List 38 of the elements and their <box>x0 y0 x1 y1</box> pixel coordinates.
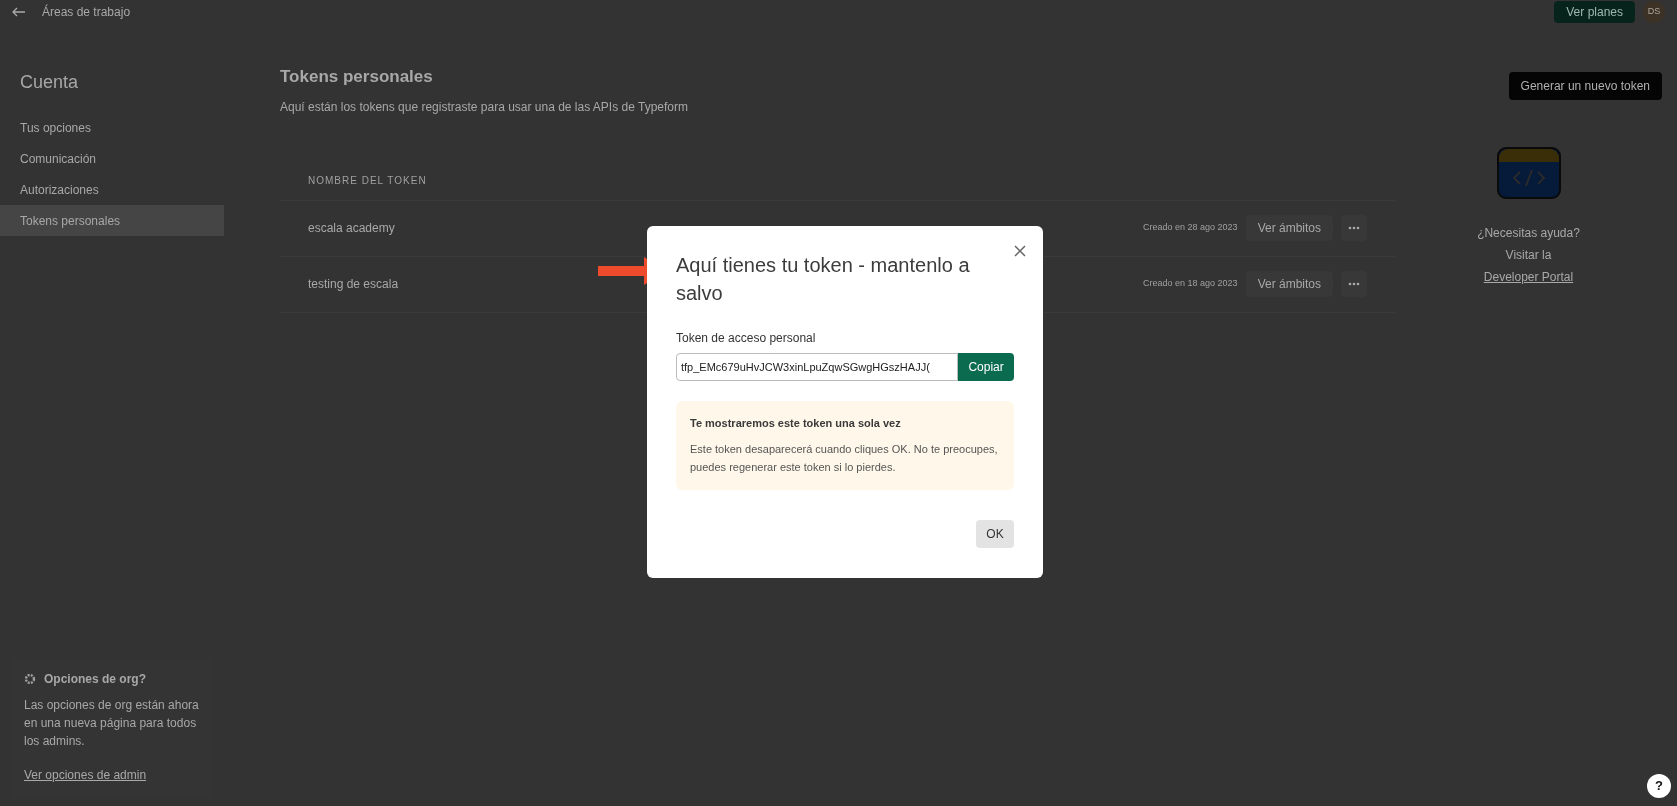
dots-icon <box>1348 226 1360 230</box>
page-title: Tokens personales <box>280 66 434 88</box>
sidebar-title: Cuenta <box>19 71 80 94</box>
token-field[interactable]: tfp_EMc679uHvJCW3xinLpuZqwSGwgHGszHAJJ( <box>676 353 959 381</box>
plans-button[interactable]: Ver planes <box>1554 1 1635 23</box>
notice-title: Opciones de org? <box>44 671 146 688</box>
gear-icon <box>24 673 36 685</box>
breadcrumb-link[interactable]: Áreas de trabajo <box>42 3 131 21</box>
sidebar-item[interactable]: Comunicación <box>0 143 224 174</box>
sidebar-item[interactable]: Tus opciones <box>0 112 224 143</box>
dots-icon <box>1348 282 1360 286</box>
help-text: Visitar la <box>1505 246 1552 264</box>
dialog-title: Aquí tienes tu token - mantenlo a salvo <box>676 253 971 306</box>
avatar[interactable]: DS <box>1643 1 1665 23</box>
back-arrow-icon[interactable] <box>12 7 26 17</box>
help-button[interactable]: ? <box>1647 774 1671 798</box>
field-label: Token de acceso personal <box>676 330 817 347</box>
warning-title: Te mostraremos este token una sola vez <box>690 416 902 431</box>
warning-text: Este token desaparecerá cuando cliques OK. No te preocupes, puedes regenerar este token si lo pierdes. <box>690 441 999 475</box>
help-question: ¿Necesitas ayuda? <box>1477 224 1580 242</box>
ok-button[interactable]: OK <box>976 519 1014 548</box>
copy-button[interactable]: Copiar <box>958 353 1014 381</box>
notice-text: Las opciones de org están ahora en una nueva página para todos los admins. <box>24 697 200 750</box>
code-window-icon <box>1495 145 1562 200</box>
close-icon[interactable] <box>1014 245 1026 257</box>
created-date: Creado en 28 ago 2023 <box>1143 221 1238 235</box>
developer-portal-link[interactable]: Developer Portal <box>1483 267 1574 286</box>
sidebar-item[interactable]: Autorizaciones <box>0 174 224 205</box>
admin-options-link[interactable]: Ver opciones de admin <box>24 768 147 782</box>
token-name: testing de escala <box>308 276 399 293</box>
view-scopes-button[interactable]: Ver ámbitos <box>1245 215 1333 241</box>
sidebar-item[interactable]: Tokens personales <box>0 205 224 236</box>
token-name: escala academy <box>308 220 395 237</box>
created-date: Creado en 18 ago 2023 <box>1143 277 1238 291</box>
new-token-button[interactable]: Generar un nuevo token <box>1508 72 1662 100</box>
column-header: NOMBRE DEL TOKEN <box>308 173 427 188</box>
page-subtitle: Aquí están los tokens que registraste para usar una de las APIs de Typeform <box>280 98 689 116</box>
view-scopes-button[interactable]: Ver ámbitos <box>1245 271 1333 297</box>
